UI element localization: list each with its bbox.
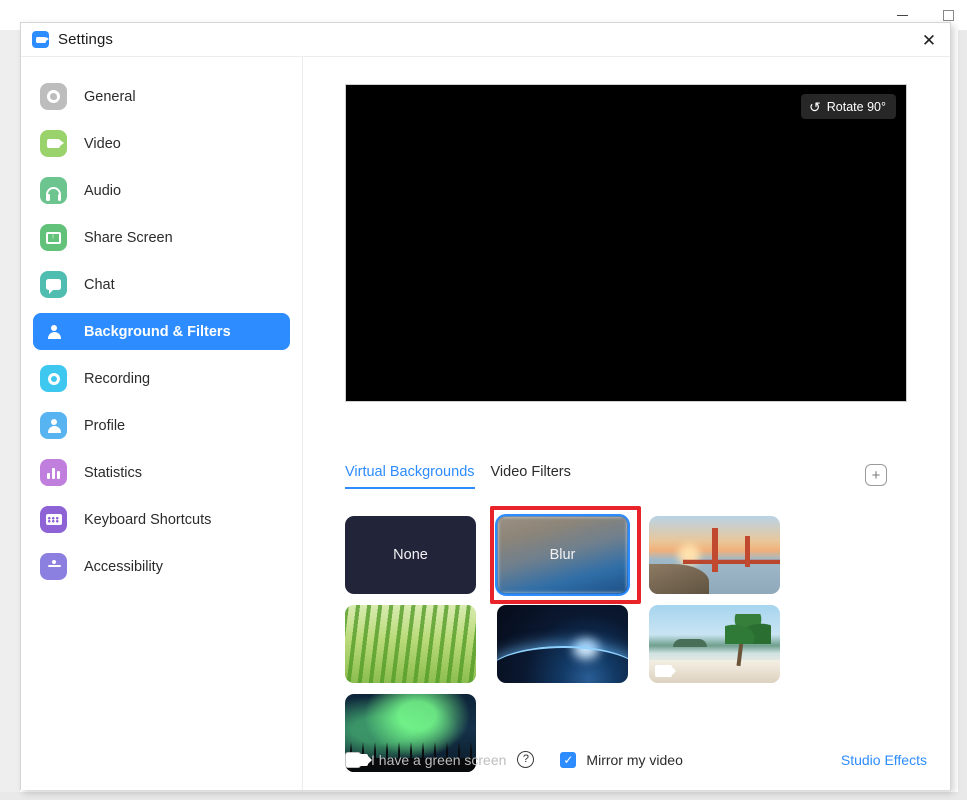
thumbnail-art: [497, 605, 628, 683]
headphones-icon: [40, 177, 67, 204]
sidebar-item-profile[interactable]: Profile: [33, 407, 290, 444]
person-icon: [40, 412, 67, 439]
window-title: Settings: [58, 31, 113, 48]
help-icon[interactable]: ?: [517, 751, 534, 768]
close-button[interactable]: ✕: [916, 28, 942, 52]
video-background-badge-icon: [655, 665, 672, 677]
background-thumbnail-blur[interactable]: Blur: [497, 516, 628, 594]
sidebar-item-label: Audio: [84, 183, 121, 199]
sidebar-item-label: Accessibility: [84, 559, 163, 575]
settings-window: Settings ✕ General Video Audio Share Scr…: [20, 22, 951, 790]
background-tabs: Virtual Backgrounds Video Filters: [345, 464, 907, 494]
desktop-backdrop-right: [958, 0, 967, 800]
mirror-my-video-label: Mirror my video: [586, 752, 682, 768]
sidebar-item-statistics[interactable]: Statistics: [33, 454, 290, 491]
record-circle-icon: [40, 365, 67, 392]
green-screen-group: I have a green screen ?: [345, 751, 534, 768]
gear-icon: [40, 83, 67, 110]
keyboard-icon: [40, 506, 67, 533]
rotate-ccw-icon: ↻: [809, 100, 821, 114]
sidebar-item-label: Profile: [84, 418, 125, 434]
main-content: ↻ Rotate 90° Virtual Backgrounds Video F…: [303, 57, 950, 790]
thumbnail-art: [345, 605, 476, 683]
background-thumbnail-none[interactable]: None: [345, 516, 476, 594]
accessibility-icon: [40, 553, 67, 580]
background-thumbnail-grass[interactable]: [345, 605, 476, 683]
footer-controls: I have a green screen ? ✓ Mirror my vide…: [345, 751, 927, 768]
person-card-icon: [40, 318, 67, 345]
video-preview: ↻ Rotate 90°: [345, 84, 907, 402]
mirror-my-video-checkbox[interactable]: ✓: [560, 752, 576, 768]
sidebar-item-label: Video: [84, 136, 121, 152]
sidebar-item-keyboard-shortcuts[interactable]: Keyboard Shortcuts: [33, 501, 290, 538]
sidebar-item-accessibility[interactable]: Accessibility: [33, 548, 290, 585]
zoom-camera-icon: [32, 31, 49, 48]
studio-effects-link[interactable]: Studio Effects: [841, 752, 927, 768]
minimize-icon: [897, 15, 908, 16]
green-screen-label: I have a green screen: [371, 752, 506, 768]
sidebar-item-label: General: [84, 89, 136, 105]
share-screen-icon: [40, 224, 67, 251]
thumbnail-art: [649, 516, 780, 594]
sidebar-item-background-and-filters[interactable]: Background & Filters: [33, 313, 290, 350]
chat-bubble-icon: [40, 271, 67, 298]
bar-chart-icon: [40, 459, 67, 486]
settings-titlebar: Settings ✕: [21, 23, 950, 57]
sidebar-item-label: Recording: [84, 371, 150, 387]
maximize-icon: [943, 10, 954, 21]
background-thumbnail-golden-gate-bridge[interactable]: [649, 516, 780, 594]
add-background-button[interactable]: +: [865, 464, 887, 486]
sidebar: General Video Audio Share Screen Chat Ba: [21, 57, 303, 790]
thumbnail-label: None: [393, 547, 428, 563]
desktop-backdrop-bottom: [0, 792, 967, 800]
rotate-90-button[interactable]: ↻ Rotate 90°: [801, 94, 896, 119]
desktop-backdrop-left: [0, 30, 20, 792]
background-thumbnail-beach[interactable]: [649, 605, 780, 683]
sidebar-item-label: Share Screen: [84, 230, 173, 246]
thumbnail-label: Blur: [550, 547, 576, 563]
sidebar-item-label: Statistics: [84, 465, 142, 481]
sidebar-item-audio[interactable]: Audio: [33, 172, 290, 209]
sidebar-item-recording[interactable]: Recording: [33, 360, 290, 397]
sidebar-item-chat[interactable]: Chat: [33, 266, 290, 303]
sidebar-item-label: Keyboard Shortcuts: [84, 512, 211, 528]
background-thumbnail-grid: None Blur: [345, 516, 925, 772]
video-background-badge-icon: [351, 754, 368, 766]
sidebar-item-general[interactable]: General: [33, 78, 290, 115]
mirror-video-group: ✓ Mirror my video: [560, 752, 682, 768]
background-thumbnail-earth-from-space[interactable]: [497, 605, 628, 683]
settings-body: General Video Audio Share Screen Chat Ba: [21, 57, 950, 790]
video-camera-icon: [40, 130, 67, 157]
tab-video-filters[interactable]: Video Filters: [491, 464, 571, 487]
sidebar-item-label: Chat: [84, 277, 115, 293]
sidebar-item-label: Background & Filters: [84, 324, 231, 340]
sidebar-item-video[interactable]: Video: [33, 125, 290, 162]
tab-virtual-backgrounds[interactable]: Virtual Backgrounds: [345, 464, 475, 489]
rotate-button-label: Rotate 90°: [827, 100, 886, 114]
sidebar-item-share-screen[interactable]: Share Screen: [33, 219, 290, 256]
